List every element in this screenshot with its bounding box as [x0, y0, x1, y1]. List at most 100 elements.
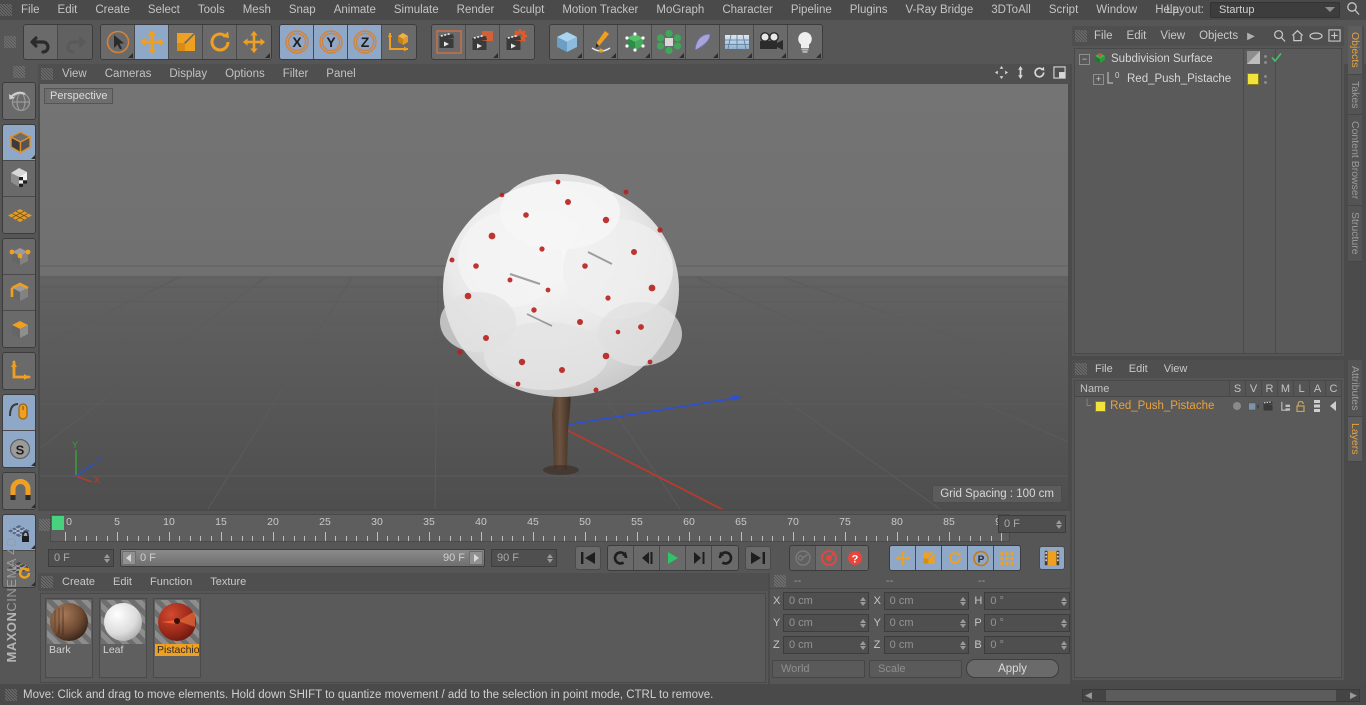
point-level-animation-button[interactable]	[994, 546, 1020, 570]
nurbs-generator-button[interactable]	[618, 25, 652, 59]
workplane-button[interactable]	[3, 197, 35, 233]
play-forwards-button[interactable]	[660, 546, 686, 570]
enable-snapping-button[interactable]	[3, 395, 35, 431]
position-key-button[interactable]	[890, 546, 916, 570]
layer-solo-cell[interactable]	[1229, 402, 1245, 410]
layer-render-cell[interactable]	[1261, 401, 1277, 411]
live-selection-button[interactable]	[101, 25, 135, 59]
layout-dropdown[interactable]: Startup	[1210, 1, 1340, 18]
horizontal-scrollbar[interactable]: ◀ ▶	[1082, 689, 1360, 702]
left-toolbar-grip[interactable]	[13, 66, 25, 78]
goto-start-button[interactable]	[575, 546, 601, 570]
coord-field-pos-y[interactable]: 0 cm	[783, 614, 869, 632]
search-icon[interactable]	[1346, 1, 1360, 18]
lock-y-axis-button[interactable]: Y	[314, 25, 348, 59]
perspective-viewport[interactable]: Perspective Grid Spacing : 100 cm Y X Z	[40, 84, 1068, 509]
coord-field-pos-x[interactable]: 0 cm	[783, 592, 869, 610]
menu-overflow-icon[interactable]: ▶	[1245, 31, 1255, 42]
coord-field-size-y[interactable]: 0 cm	[883, 614, 970, 632]
ellipse-icon[interactable]	[1309, 31, 1323, 44]
search-icon[interactable]	[1273, 29, 1286, 45]
coordinate-mode-dropdown[interactable]: Scale	[869, 659, 962, 678]
maximize-view-icon[interactable]	[1053, 66, 1066, 82]
zoom-view-icon[interactable]	[1015, 66, 1026, 82]
material-menu-function[interactable]: Function	[141, 576, 201, 588]
layer-color-tag-icon[interactable]	[1247, 73, 1259, 85]
rotate-tool-button[interactable]	[203, 25, 237, 59]
rotate-view-icon[interactable]	[1033, 66, 1046, 82]
visibility-dots[interactable]	[1264, 54, 1267, 64]
menu-item-create[interactable]: Create	[86, 4, 139, 16]
render-region-button[interactable]	[466, 25, 500, 59]
material-item-bark[interactable]: Bark	[45, 598, 93, 678]
expander-toggle[interactable]: −	[1079, 53, 1090, 65]
autokeying-button[interactable]	[790, 546, 816, 570]
frame-icon[interactable]	[1328, 29, 1341, 45]
array-modeling-button[interactable]	[652, 25, 686, 59]
menu-item-sculpt[interactable]: Sculpt	[503, 4, 553, 16]
layer-manager-cell[interactable]	[1277, 401, 1293, 412]
material-menu-grip[interactable]	[41, 576, 53, 588]
coord-field-pos-z[interactable]: 0 cm	[783, 636, 869, 654]
pan-view-icon[interactable]	[995, 66, 1008, 82]
menu-item-vray-bridge[interactable]: V-Ray Bridge	[896, 4, 982, 16]
menu-item-animate[interactable]: Animate	[325, 4, 385, 16]
preview-range-bar[interactable]: 0 F 90 F	[120, 549, 485, 567]
menu-item-render[interactable]: Render	[448, 4, 504, 16]
menu-item-character[interactable]: Character	[713, 4, 782, 16]
viewport-menu-view[interactable]: View	[53, 68, 96, 80]
viewport-menu-panel[interactable]: Panel	[317, 68, 364, 80]
tab-objects[interactable]: Objects	[1348, 26, 1362, 75]
coord-spinner[interactable]	[859, 640, 866, 650]
coord-spinner[interactable]	[859, 618, 866, 628]
soft-selection-button[interactable]: S	[3, 431, 35, 467]
phong-tag-icon[interactable]	[1247, 51, 1260, 67]
viewport-menu-cameras[interactable]: Cameras	[96, 68, 161, 80]
layer-menu-file[interactable]: File	[1087, 363, 1121, 375]
timeline-ruler[interactable]: 051015202530354045505560657075808590	[50, 514, 1010, 542]
menu-item-window[interactable]: Window	[1087, 4, 1146, 16]
coord-spinner[interactable]	[960, 596, 967, 606]
table-row[interactable]: − Subdivision Surface	[1075, 49, 1341, 69]
texture-mode-button[interactable]	[3, 161, 35, 197]
layer-table[interactable]: Name S V R M L A C └ Red_Push_Pistache	[1074, 380, 1342, 678]
object-name-red-push-pistache[interactable]: Red_Push_Pistache	[1127, 73, 1231, 85]
deformer-button[interactable]	[686, 25, 720, 59]
viewport-menu-options[interactable]: Options	[216, 68, 274, 80]
points-mode-button[interactable]	[3, 239, 35, 275]
current-frame-field[interactable]: 0 F	[998, 515, 1066, 533]
menu-item-3dtoall[interactable]: 3DToAll	[982, 4, 1040, 16]
table-row[interactable]: + 0 Red_Push_Pistache	[1075, 69, 1341, 89]
object-menu-grip[interactable]	[1075, 30, 1087, 42]
menu-item-pipeline[interactable]: Pipeline	[782, 4, 841, 16]
coord-spinner[interactable]	[1061, 618, 1068, 628]
step-forward-frame-button[interactable]	[686, 546, 712, 570]
layer-name-cell[interactable]: └ Red_Push_Pistache	[1075, 400, 1229, 412]
menu-item-select[interactable]: Select	[139, 4, 189, 16]
tab-takes[interactable]: Takes	[1348, 74, 1362, 116]
coord-field-size-x[interactable]: 0 cm	[883, 592, 970, 610]
coord-field-size-z[interactable]: 0 cm	[883, 636, 970, 654]
menu-item-file[interactable]: File	[12, 4, 49, 16]
menu-grip[interactable]	[0, 4, 12, 16]
step-back-keyframe-button[interactable]	[608, 546, 634, 570]
edges-mode-button[interactable]	[3, 275, 35, 311]
visibility-dots[interactable]	[1264, 74, 1267, 84]
render-settings-button[interactable]	[500, 25, 534, 59]
layer-color-cell[interactable]	[1325, 401, 1341, 411]
coord-spinner[interactable]	[960, 618, 967, 628]
object-menu-edit[interactable]: Edit	[1120, 30, 1154, 42]
record-active-objects-button[interactable]	[816, 546, 842, 570]
toolbar-grip[interactable]	[4, 36, 16, 48]
expander-toggle[interactable]: +	[1093, 73, 1104, 85]
layer-color-swatch[interactable]	[1095, 400, 1107, 412]
move-tool-button[interactable]	[135, 25, 169, 59]
spline-pen-button[interactable]	[584, 25, 618, 59]
viewport-menu-grip[interactable]	[41, 68, 53, 80]
coord-spinner[interactable]	[1061, 640, 1068, 650]
list-item[interactable]: └ Red_Push_Pistache	[1075, 397, 1341, 415]
menu-item-script[interactable]: Script	[1040, 4, 1087, 16]
menu-item-snap[interactable]: Snap	[280, 4, 325, 16]
lock-z-axis-button[interactable]: Z	[348, 25, 382, 59]
render-view-button[interactable]	[432, 25, 466, 59]
